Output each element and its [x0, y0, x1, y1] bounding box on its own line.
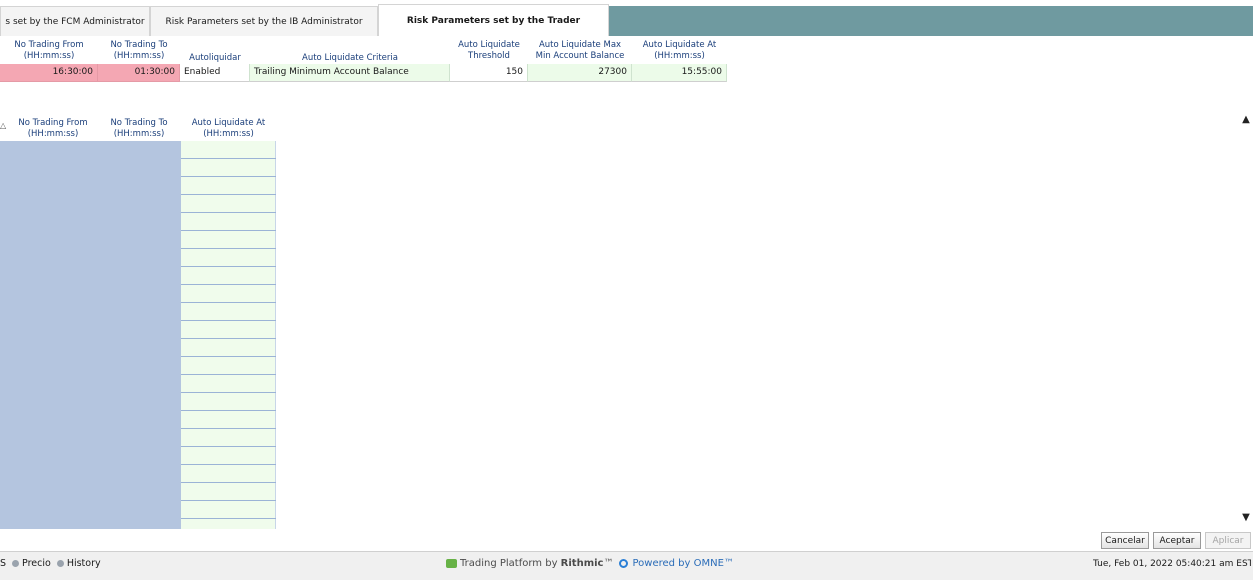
cell-no-trading-from[interactable]: 16:30:00	[0, 64, 98, 82]
grid-row-line	[181, 158, 276, 159]
status-item-history[interactable]: History	[67, 558, 101, 569]
cell-max-min-balance[interactable]: 27300	[528, 64, 632, 82]
grid-row-line	[181, 482, 276, 483]
grid-row-line	[181, 194, 276, 195]
grid-row-line	[181, 500, 276, 501]
col-header-liquidate-at[interactable]: Auto Liquidate At (HH:mm:ss)	[632, 38, 727, 62]
cancel-button[interactable]: Cancelar	[1101, 532, 1149, 549]
grid-row-line	[181, 428, 276, 429]
col-header-no-trading-from[interactable]: No Trading From (HH:mm:ss)	[0, 38, 98, 62]
grid-row-line	[181, 464, 276, 465]
status-item-precio[interactable]: Precio	[22, 558, 51, 569]
status-dot-icon	[56, 560, 64, 567]
cell-autoliquidar[interactable]: Enabled	[180, 64, 250, 82]
vertical-scrollbar[interactable]: ▲ ▼	[1239, 110, 1253, 530]
col-header-criteria[interactable]: Auto Liquidate Criteria	[250, 38, 450, 64]
grid-row-line	[181, 320, 276, 321]
tab-bar: s set by the FCM Administrator Risk Para…	[0, 0, 1253, 36]
grid-row-line	[181, 266, 276, 267]
platform-prefix: Trading Platform by	[460, 558, 561, 569]
grid-row-line	[181, 518, 276, 519]
omne-logo-icon	[619, 558, 629, 568]
status-left-items: S Precio History	[0, 556, 101, 572]
scroll-down-arrow-icon[interactable]: ▼	[1239, 512, 1253, 523]
scroll-up-arrow-icon[interactable]: ▲	[1239, 114, 1253, 125]
status-bar: S Precio History Trading Platform by Rithm…	[0, 551, 1253, 580]
grid-row-line	[181, 374, 276, 375]
accept-button[interactable]: Aceptar	[1153, 532, 1201, 549]
col-header-autoliquidar[interactable]: Autoliquidar	[180, 38, 250, 64]
tab-trader[interactable]: Risk Parameters set by the Trader	[378, 4, 609, 36]
sort-arrow-icon[interactable]: △	[0, 121, 8, 133]
lower-col-header-no-trading-to[interactable]: No Trading To (HH:mm:ss)	[98, 116, 180, 140]
grid-row-line	[181, 302, 276, 303]
lower-table-blue-columns[interactable]	[0, 141, 181, 529]
platform-branding: Trading Platform by Rithmic™ Powered by O…	[446, 556, 734, 572]
col-header-threshold[interactable]: Auto Liquidate Threshold	[450, 38, 528, 62]
tab-fcm-administrator[interactable]: s set by the FCM Administrator	[0, 6, 150, 36]
grid-row-line	[181, 356, 276, 357]
tab-label: Risk Parameters set by the IB Administra…	[165, 16, 363, 27]
grid-row-line	[181, 230, 276, 231]
grid-row-line	[181, 248, 276, 249]
apply-button[interactable]: Aplicar	[1205, 532, 1251, 549]
platform-brand: Rithmic	[560, 558, 604, 569]
cell-threshold[interactable]: 150	[450, 64, 528, 82]
grid-row-line	[181, 284, 276, 285]
platform-tm: ™	[603, 558, 614, 569]
tab-bar-filler	[609, 6, 1253, 36]
grid-row-line	[181, 176, 276, 177]
status-datetime: Tue, Feb 01, 2022 05:40:21 am EST	[1093, 559, 1251, 569]
cell-liquidate-at[interactable]: 15:55:00	[632, 64, 727, 82]
lower-col-header-liquidate-at[interactable]: Auto Liquidate At (HH:mm:ss)	[181, 116, 276, 140]
col-header-max-min-balance[interactable]: Auto Liquidate Max Min Account Balance	[528, 38, 632, 62]
grid-row-line	[181, 410, 276, 411]
lower-col-header-no-trading-from[interactable]: No Trading From (HH:mm:ss)	[8, 116, 98, 140]
tab-label: s set by the FCM Administrator	[5, 16, 145, 27]
rithmic-logo-icon	[446, 558, 457, 568]
col-header-no-trading-to[interactable]: No Trading To (HH:mm:ss)	[98, 38, 180, 62]
cell-no-trading-to[interactable]: 01:30:00	[98, 64, 180, 82]
cell-criteria[interactable]: Trailing Minimum Account Balance	[250, 64, 450, 82]
grid-row-line	[181, 446, 276, 447]
status-dot-icon	[12, 560, 20, 567]
lower-table-liquidate-at-column[interactable]	[181, 141, 276, 529]
status-cut-label: S	[0, 558, 7, 569]
grid-row-line	[181, 392, 276, 393]
tab-label: Risk Parameters set by the Trader	[406, 15, 581, 26]
tab-ib-administrator[interactable]: Risk Parameters set by the IB Administra…	[150, 6, 378, 36]
grid-row-line	[181, 338, 276, 339]
grid-row-line	[181, 212, 276, 213]
powered-by-omne: Powered by OMNE™	[632, 558, 734, 569]
